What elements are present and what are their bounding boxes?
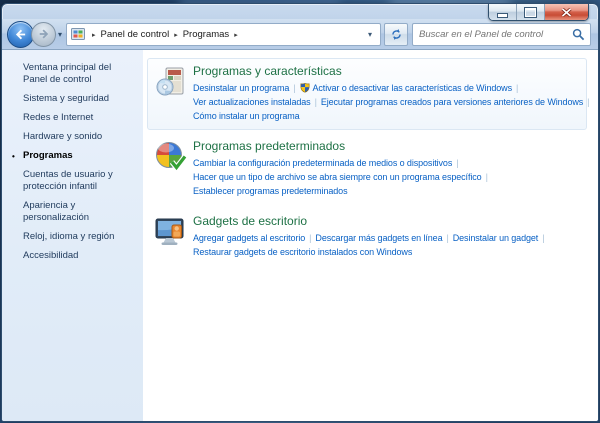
sidebar-item[interactable]: Accesibilidad <box>23 250 135 262</box>
minimize-icon <box>497 13 508 18</box>
sidebar-item[interactable]: Cuentas de usuario y protección infantil <box>23 169 135 193</box>
minimize-button[interactable] <box>489 4 517 20</box>
link-separator: | <box>314 97 317 107</box>
maximize-button[interactable] <box>517 4 545 20</box>
sidebar-item-label: Ventana principal del Panel de control <box>23 62 112 85</box>
search-input[interactable] <box>419 28 572 40</box>
navigation-toolbar: ▾ ▸ Panel de control ▸ Programas ▸ ▾ <box>2 19 598 50</box>
close-button[interactable] <box>545 4 588 20</box>
task-link[interactable]: Desinstalar un gadget <box>453 233 539 243</box>
sidebar-item-label: Reloj, idioma y región <box>23 231 115 242</box>
sidebar-item[interactable]: Redes e Internet <box>23 112 135 124</box>
task-link[interactable]: Cambiar la configuración predeterminada … <box>193 158 452 168</box>
search-icon <box>572 28 585 40</box>
breadcrumb-item[interactable]: Panel de control <box>101 29 170 40</box>
sidebar-item-label: Sistema y seguridad <box>23 93 110 104</box>
task-link-row: Agregar gadgets al escritorio | Descargar … <box>193 231 580 245</box>
task-link-row: Cómo instalar un programa <box>193 109 580 123</box>
task-link[interactable]: Restaurar gadgets de escritorio instalad… <box>193 247 412 257</box>
forward-button[interactable] <box>31 21 56 47</box>
desktop: ▾ ▸ Panel de control ▸ Programas ▸ ▾ Bus… <box>0 0 600 423</box>
task-link-row: Restaurar gadgets de escritorio instalad… <box>193 245 580 259</box>
task-link-row: Desinstalar un programa | Activar o desact… <box>193 81 580 95</box>
section-desktop-gadgets: Gadgets de escritorio Agregar gadgets al … <box>147 208 587 266</box>
maximize-icon <box>525 7 536 17</box>
task-link[interactable]: Ver actualizaciones instaladas <box>193 97 311 107</box>
section-title[interactable]: Gadgets de escritorio <box>193 214 580 228</box>
back-arrow-icon <box>15 29 26 39</box>
section-programs-features: Programas y características Desinstalar u… <box>147 58 590 130</box>
sidebar-item[interactable]: Apariencia y personalización <box>23 200 135 224</box>
link-separator: | <box>542 233 545 243</box>
task-link[interactable]: Hacer que un tipo de archivo se abra sie… <box>193 172 482 182</box>
close-icon <box>561 7 572 17</box>
desktop-gadgets-icon <box>155 216 187 248</box>
control-panel-window: ▾ ▸ Panel de control ▸ Programas ▸ ▾ Bus… <box>1 3 599 422</box>
section-title[interactable]: Programas y características <box>193 64 580 78</box>
task-link[interactable]: Desinstalar un programa <box>193 83 289 93</box>
sidebar-item[interactable]: Hardware y sonido <box>23 131 135 143</box>
link-separator: | <box>587 97 590 107</box>
section-default-programs: Programas predeterminados Cambiar la conf… <box>147 133 587 205</box>
sidebar-item-label: Programas <box>23 150 73 161</box>
address-bar[interactable]: ▸ Panel de control ▸ Programas ▸ ▾ <box>66 22 381 46</box>
task-link[interactable]: Descargar más gadgets en línea <box>315 233 442 243</box>
breadcrumb: ▸ Panel de control ▸ Programas ▸ <box>87 29 243 40</box>
sections: Programas y características Desinstalar u… <box>146 58 593 266</box>
task-link[interactable]: Activar o desactivar las características… <box>313 83 513 93</box>
window-content: Ventana principal del Panel de control Si… <box>2 50 598 421</box>
recent-pages-chevron-icon[interactable]: ▾ <box>58 30 62 39</box>
task-link-row: Hacer que un tipo de archivo se abra sie… <box>193 170 580 184</box>
sidebar-item-label: Redes e Internet <box>23 112 94 123</box>
title-bar[interactable] <box>2 4 598 21</box>
main-pane: Programas y características Desinstalar u… <box>143 50 598 421</box>
default-programs-icon <box>155 141 188 173</box>
link-separator: | <box>485 172 488 182</box>
caption-button-group <box>488 4 589 21</box>
link-separator: | <box>309 233 312 243</box>
uac-shield-icon <box>300 82 310 93</box>
sidebar-item[interactable]: Sistema y seguridad <box>23 93 135 105</box>
task-link-row: Cambiar la configuración predeterminada … <box>193 156 580 170</box>
section-title[interactable]: Programas predeterminados <box>193 139 580 153</box>
back-button[interactable] <box>7 20 34 48</box>
sidebar-item-label: Cuentas de usuario y protección infantil <box>23 169 113 192</box>
address-dropdown-chevron-icon[interactable]: ▾ <box>362 30 378 39</box>
task-link-row: Ver actualizaciones instaladas | Ejecutar … <box>193 95 590 109</box>
link-separator: | <box>293 83 296 93</box>
breadcrumb-arrow-icon: ▸ <box>234 31 238 39</box>
forward-arrow-icon <box>39 29 48 39</box>
sidebar-item-current[interactable]: • Programas <box>12 150 135 162</box>
sidebar-item-label: Accesibilidad <box>23 250 79 261</box>
programs-features-icon <box>155 66 187 98</box>
sidebar-item[interactable]: Reloj, idioma y región <box>23 231 135 243</box>
task-link[interactable]: Ejecutar programas creados para versione… <box>321 97 583 107</box>
link-separator: | <box>446 233 449 243</box>
task-link[interactable]: Cómo instalar un programa <box>193 111 300 121</box>
refresh-button[interactable] <box>384 22 408 46</box>
refresh-icon <box>391 28 401 40</box>
task-link-row: Establecer programas predeterminados <box>193 184 580 198</box>
sidebar-item[interactable]: Ventana principal del Panel de control <box>23 62 135 86</box>
current-item-bullet-icon: • <box>12 152 15 161</box>
breadcrumb-item[interactable]: Programas <box>183 29 229 40</box>
sidebar: Ventana principal del Panel de control Si… <box>2 50 143 421</box>
link-separator: | <box>515 83 519 93</box>
task-link[interactable]: Establecer programas predeterminados <box>193 186 348 196</box>
control-panel-icon <box>71 28 86 40</box>
sidebar-item-label: Apariencia y personalización <box>23 200 90 223</box>
breadcrumb-arrow-icon: ▸ <box>92 31 96 39</box>
link-separator: | <box>456 158 459 168</box>
search-box[interactable] <box>412 22 591 46</box>
breadcrumb-arrow-icon: ▸ <box>174 31 178 39</box>
task-link[interactable]: Agregar gadgets al escritorio <box>193 233 305 243</box>
sidebar-item-label: Hardware y sonido <box>23 131 103 142</box>
